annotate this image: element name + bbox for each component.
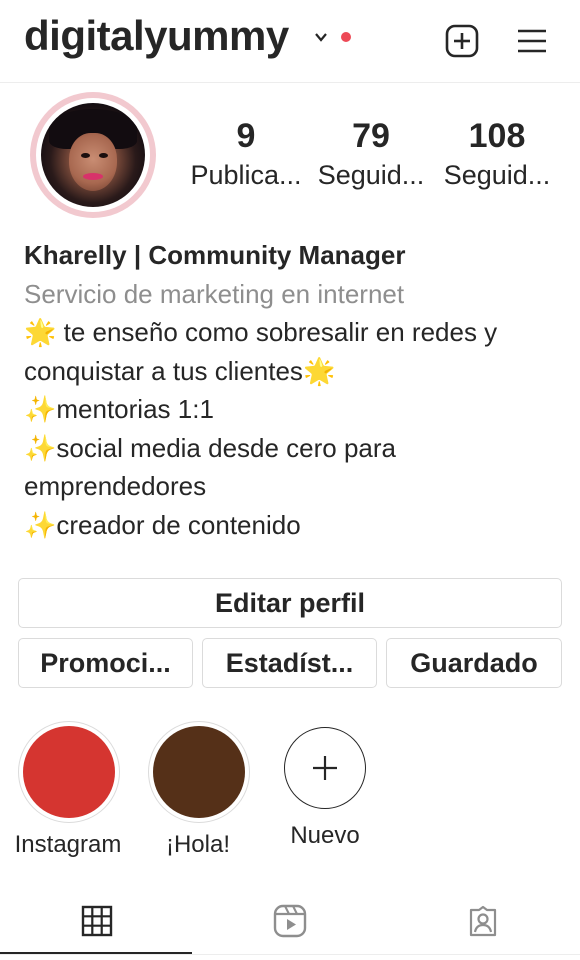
profile-avatar[interactable] xyxy=(30,92,156,218)
tab-tagged[interactable] xyxy=(386,892,579,950)
plus-icon xyxy=(313,756,337,780)
stat-followers[interactable]: 79 Seguid... xyxy=(311,116,431,192)
new-post-button[interactable] xyxy=(442,21,482,61)
stat-following-value: 108 xyxy=(468,117,526,155)
sparkles-icon: ✨ xyxy=(24,509,57,540)
new-highlight-button[interactable] xyxy=(284,727,366,809)
star-icon: 🌟 xyxy=(302,355,336,386)
bio-line: 🌟 te enseño como sobresalir en redes y xyxy=(24,317,498,347)
highlight-label: Instagram xyxy=(14,831,122,858)
bio-line: ✨mentorias 1:1 xyxy=(24,394,214,424)
reels-icon xyxy=(273,904,306,938)
chevron-down-icon[interactable] xyxy=(314,30,328,44)
bio-line: ✨social media desde cero para xyxy=(24,432,397,463)
menu-button[interactable] xyxy=(512,21,552,61)
stat-posts[interactable]: 9 Publica... xyxy=(186,116,306,192)
sparkles-icon: ✨ xyxy=(24,394,57,424)
bio-line: ✨creador de contenido xyxy=(24,509,301,540)
tab-grid[interactable] xyxy=(0,892,193,950)
profile-name: Kharelly | Community Manager xyxy=(24,240,406,270)
grid-icon xyxy=(81,905,112,937)
bio-line: conquistar a tus clientes🌟 xyxy=(24,355,336,386)
stat-following[interactable]: 108 Seguid... xyxy=(437,116,557,192)
tab-reels[interactable] xyxy=(193,892,386,950)
stat-posts-value: 9 xyxy=(236,117,256,155)
saved-button[interactable]: Guardado xyxy=(386,638,562,688)
tab-bar-divider xyxy=(0,954,580,955)
plus-square-icon xyxy=(445,24,479,58)
star-icon: 🌟 xyxy=(24,317,57,347)
highlight-cover xyxy=(153,726,245,818)
profile-bio: Kharelly | Community Manager Servicio de… xyxy=(24,236,564,544)
stat-posts-label: Publica... xyxy=(190,160,302,190)
notification-dot xyxy=(341,32,351,42)
tagged-user-icon xyxy=(469,905,496,937)
username-title[interactable]: digitalyummy xyxy=(24,10,289,62)
profile-category: Servicio de marketing en internet xyxy=(24,278,405,309)
edit-profile-button[interactable]: Editar perfil xyxy=(18,578,562,628)
insights-button[interactable]: Estadíst... xyxy=(202,638,377,688)
stat-following-label: Seguid... xyxy=(443,160,551,190)
sparkles-icon: ✨ xyxy=(24,432,57,463)
stat-followers-label: Seguid... xyxy=(317,160,425,190)
highlight-hola[interactable] xyxy=(148,721,250,823)
avatar-photo xyxy=(41,103,145,207)
promotions-button[interactable]: Promoci... xyxy=(18,638,193,688)
hamburger-menu-icon xyxy=(518,29,546,53)
profile-header: digitalyummy xyxy=(0,0,580,83)
highlight-instagram[interactable] xyxy=(18,721,120,823)
highlight-cover xyxy=(23,726,115,818)
bio-line: emprendedores xyxy=(24,471,207,501)
highlight-label: Nuevo xyxy=(290,822,360,849)
highlight-label: ¡Hola! xyxy=(165,831,231,858)
stat-followers-value: 79 xyxy=(352,117,390,155)
